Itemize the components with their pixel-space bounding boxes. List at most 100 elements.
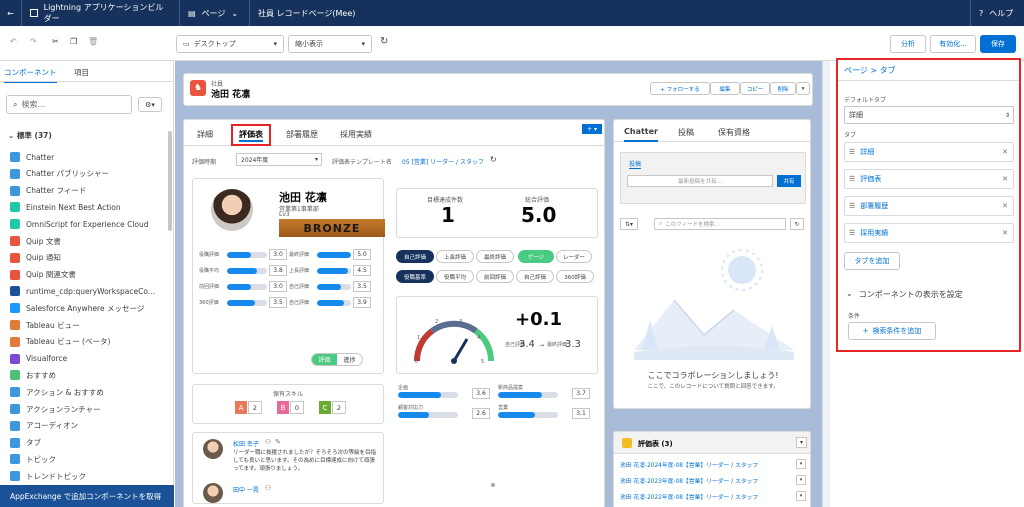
drag-handle-icon[interactable]: ☰ xyxy=(849,175,855,183)
delete-icon[interactable]: 🗑 xyxy=(88,37,98,46)
commenter-name[interactable]: 松田 幸子 xyxy=(233,439,259,448)
add-condition-button[interactable]: + 検索条件を追加 xyxy=(848,322,936,340)
chevron-down-icon[interactable]: ▾ xyxy=(796,459,806,469)
analyze-button[interactable]: 分析 xyxy=(890,35,926,53)
filter-pill[interactable]: 上長評価 xyxy=(436,250,474,263)
zoom-select[interactable]: 縮小表示 ▾ xyxy=(288,35,372,53)
component-item[interactable]: Tableau ビュー (ベータ) xyxy=(10,334,110,350)
follow-button[interactable]: + フォローする xyxy=(650,82,710,95)
tab-fields[interactable]: 項目 xyxy=(74,67,89,78)
tab-posts[interactable]: 投稿 xyxy=(678,127,694,138)
related-item-link[interactable]: 池田 花凛-2024年度-08【営業】リーダー / スタッフ xyxy=(620,460,758,469)
filter-pill[interactable]: 役職基準 xyxy=(396,270,434,283)
help-link[interactable]: ? ヘルプ xyxy=(970,0,1024,26)
related-item-link[interactable]: 池田 花凛-2023年度-08【営業】リーダー / スタッフ xyxy=(620,476,758,485)
toggle-eval[interactable]: 評価 xyxy=(312,354,337,365)
activate-button[interactable]: 有効化... xyxy=(930,35,976,53)
tab-row[interactable]: ☰ 採用実績 ✕ xyxy=(844,223,1014,243)
chevron-down-icon[interactable]: ▾ xyxy=(796,82,810,95)
toggle-progress[interactable]: 進捗 xyxy=(337,354,362,365)
filter-pill[interactable]: 自己評価 xyxy=(516,270,554,283)
component-item[interactable]: おすすめ xyxy=(10,367,56,383)
drag-handle-icon[interactable]: ☰ xyxy=(849,148,855,156)
device-select[interactable]: ▭ デスクトップ ▾ xyxy=(176,35,284,53)
refresh-icon[interactable]: ↻ xyxy=(490,155,497,164)
component-item[interactable]: runtime_cdp:queryWorkspaceCo... xyxy=(10,283,155,299)
tab-row[interactable]: ☰ 評価表 ✕ xyxy=(844,169,1014,189)
edit-icon[interactable]: ✎ xyxy=(275,438,281,446)
related-list[interactable]: 評価表 (3) ▾ 池田 花凛-2024年度-08【営業】リーダー / スタッフ… xyxy=(613,431,811,507)
chart-type-pill[interactable]: ゲージ xyxy=(518,250,554,263)
drag-handle-icon[interactable]: ☰ xyxy=(849,229,855,237)
pager-dot[interactable] xyxy=(491,483,495,487)
close-icon[interactable]: ✕ xyxy=(1002,229,1008,237)
tab-dept-history[interactable]: 部署履歴 xyxy=(286,129,318,140)
tab-row[interactable]: ☰ 詳細 ✕ xyxy=(844,142,1014,162)
component-item[interactable]: アクション & おすすめ xyxy=(10,384,104,400)
visibility-section[interactable]: ⌄ コンポーネントの表示を設定 xyxy=(846,289,963,300)
add-tab-icon[interactable]: + ▾ xyxy=(582,124,602,134)
component-item[interactable]: Salesforce Anywhere メッセージ xyxy=(10,300,144,316)
filter-pill[interactable]: 自己評価 xyxy=(396,250,434,263)
sort-icon[interactable]: ⇅▾ xyxy=(620,218,638,230)
tab-qualifications[interactable]: 保有資格 xyxy=(718,127,750,138)
feed-search[interactable]: ⌕ このフィードを検索... xyxy=(654,218,786,230)
component-item[interactable]: Einstein Next Best Action xyxy=(10,199,121,215)
edit-button[interactable]: 編集 xyxy=(710,82,740,95)
period-select[interactable]: 2024年度 ▾ xyxy=(236,153,322,166)
component-item[interactable]: Chatter フィード xyxy=(10,183,86,199)
filter-pill[interactable]: 最終評価 xyxy=(476,250,514,263)
component-item[interactable]: OmniScript for Experience Cloud xyxy=(10,216,149,232)
close-icon[interactable]: ✕ xyxy=(1002,148,1008,156)
back-arrow-icon[interactable]: ← xyxy=(0,0,22,26)
component-item[interactable]: トピック xyxy=(10,451,56,467)
add-tab-button[interactable]: タブを追加 xyxy=(844,252,900,270)
record-header[interactable]: ♞ 社員 池田 花凛 + フォローする 編集 コピー 削除 ▾ xyxy=(183,73,813,106)
search-input[interactable]: ⌕ 検索... xyxy=(6,95,132,114)
template-link[interactable]: 05 [営業] リーダー / スタッフ xyxy=(402,157,484,166)
tab-chatter[interactable]: Chatter xyxy=(624,127,658,142)
breadcrumb[interactable]: ページ > タブ xyxy=(844,65,896,76)
related-item-link[interactable]: 池田 花凛-2022年度-08【営業】リーダー / スタッフ xyxy=(620,492,758,501)
refresh-icon[interactable]: ↻ xyxy=(380,36,388,47)
canvas-scrollbar[interactable] xyxy=(822,61,830,507)
chevron-down-icon[interactable]: ▾ xyxy=(796,475,806,485)
component-item[interactable]: Chatter xyxy=(10,149,54,165)
chart-type-pill[interactable]: レーダー xyxy=(556,250,592,263)
filter-pill[interactable]: 前回評価 xyxy=(476,270,514,283)
tab-row[interactable]: ☰ 部署履歴 ✕ xyxy=(844,196,1014,216)
share-input[interactable]: 最新投稿を共有... xyxy=(627,175,773,187)
tabs-component[interactable]: 詳細 評価表 部署履歴 採用実績 + ▾ 評価時期 2024年度 ▾ 評価表テンプ… xyxy=(183,119,605,507)
close-icon[interactable]: ✕ xyxy=(1002,175,1008,183)
tab-evaluation[interactable]: 評価表 xyxy=(231,124,271,146)
component-item[interactable]: タブ xyxy=(10,435,41,451)
settings-gear-icon[interactable]: ⚙▾ xyxy=(138,97,162,112)
tab-hiring[interactable]: 採用実績 xyxy=(340,129,372,140)
close-icon[interactable]: ✕ xyxy=(1002,202,1008,210)
page-menu[interactable]: ▤ ページ ⌄ xyxy=(180,0,250,26)
tab-details[interactable]: 詳細 xyxy=(197,129,213,140)
chatter-component[interactable]: Chatter 投稿 保有資格 投稿 最新投稿を共有... 共有 ⇅▾ ⌕ このフ… xyxy=(613,119,811,409)
component-item[interactable]: Quip 通知 xyxy=(10,250,61,266)
component-item[interactable]: Visualforce xyxy=(10,351,67,367)
appexchange-link[interactable]: AppExchange で追加コンポーネントを取得 xyxy=(0,485,174,507)
component-item[interactable]: Tableau ビュー xyxy=(10,317,80,333)
chevron-down-icon[interactable]: ▾ xyxy=(796,491,806,501)
section-standard[interactable]: ⌄ 標準 (37) xyxy=(8,130,52,141)
view-toggle[interactable]: 評価 進捗 xyxy=(311,353,363,366)
refresh-icon[interactable]: ↻ xyxy=(790,218,804,230)
scrollbar[interactable] xyxy=(168,131,172,231)
cut-icon[interactable]: ✂ xyxy=(52,37,59,46)
component-item[interactable]: アコーディオン xyxy=(10,418,78,434)
save-button[interactable]: 保存 xyxy=(980,35,1016,53)
redo-icon[interactable]: ↷ xyxy=(30,37,37,46)
component-item[interactable]: トレンドトピック xyxy=(10,468,86,484)
filter-pill[interactable]: 役職平均 xyxy=(436,270,474,283)
copy-icon[interactable]: ❐ xyxy=(70,37,77,46)
filter-pill[interactable]: 360評価 xyxy=(556,270,594,283)
drag-handle-icon[interactable]: ☰ xyxy=(849,202,855,210)
post-tab[interactable]: 投稿 xyxy=(629,159,642,169)
share-button[interactable]: 共有 xyxy=(777,175,801,187)
chevron-down-icon[interactable]: ▾ xyxy=(796,437,807,448)
default-tab-select[interactable]: 詳細 ⇕ xyxy=(844,106,1014,124)
